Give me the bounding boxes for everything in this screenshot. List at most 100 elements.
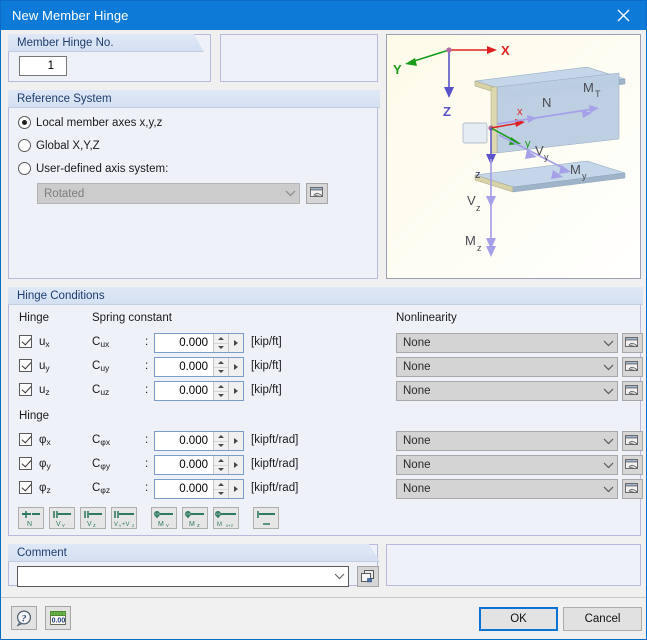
svg-text:z: z: [132, 523, 135, 527]
checkbox-phiz[interactable]: φz: [19, 481, 51, 495]
pick-window-icon: [625, 384, 638, 395]
nonlinearity-combo-uz[interactable]: None: [396, 381, 618, 401]
spinner-up-icon[interactable]: [214, 456, 228, 466]
radio-indicator-global: [18, 139, 31, 152]
checkbox-phix[interactable]: φx: [19, 433, 51, 447]
axis-system-pick-button[interactable]: [306, 183, 328, 204]
spinner-phix[interactable]: [213, 432, 228, 450]
spring-input-phiy[interactable]: 0.000: [154, 455, 244, 475]
checkbox-phiy[interactable]: φy: [19, 457, 51, 471]
spinner-down-icon[interactable]: [214, 344, 228, 353]
spinner-uz[interactable]: [213, 382, 228, 400]
radio-global-axes[interactable]: Global X,Y,Z: [18, 139, 100, 152]
help-button[interactable]: ?: [11, 606, 37, 630]
hinge-row-ux: ux Cux : 0.000 [kip/ft] None: [9, 331, 643, 355]
checkbox-uy[interactable]: uy: [19, 359, 50, 373]
nonlinearity-combo-phix[interactable]: None: [396, 431, 618, 451]
spring-input-phiz[interactable]: 0.000: [154, 479, 244, 499]
radio-local-member-axes[interactable]: Local member axes x,y,z: [18, 116, 162, 129]
chevron-down-icon: [599, 340, 617, 347]
colon-phiz: :: [145, 482, 149, 494]
preset-vy-vz-button[interactable]: V y +V z: [111, 507, 137, 529]
spinner-up-icon[interactable]: [214, 358, 228, 368]
spinner-more-icon[interactable]: [228, 480, 243, 498]
spinner-more-icon[interactable]: [228, 382, 243, 400]
svg-text:M: M: [158, 521, 164, 527]
spinner-uy[interactable]: [213, 358, 228, 376]
preset-vz-button[interactable]: V z: [80, 507, 106, 529]
svg-text:V: V: [114, 522, 118, 527]
spring-label-cphix: Cφx: [92, 434, 111, 447]
nonlinearity-combo-phiy[interactable]: None: [396, 455, 618, 475]
spring-input-uz[interactable]: 0.000: [154, 381, 244, 401]
radio-user-defined-axes[interactable]: User-defined axis system:: [18, 162, 168, 175]
hinge-mz-icon: M z: [185, 510, 204, 527]
nonlinearity-pick-button-ux[interactable]: [622, 333, 643, 353]
units-button[interactable]: 0.00: [45, 606, 71, 630]
title-bar: New Member Hinge: [1, 1, 646, 30]
spinner-down-icon[interactable]: [214, 392, 228, 401]
nonlinearity-pick-button-phix[interactable]: [622, 431, 643, 451]
spring-input-uy[interactable]: 0.000: [154, 357, 244, 377]
nonlinearity-combo-uy[interactable]: None: [396, 357, 618, 377]
nonlinearity-pick-button-uz[interactable]: [622, 381, 643, 401]
svg-text:z: z: [476, 203, 481, 213]
nonlinearity-pick-button-phiz[interactable]: [622, 479, 643, 499]
spinner-up-icon[interactable]: [214, 480, 228, 490]
hinge-none-icon: [257, 510, 275, 525]
spinner-phiz[interactable]: [213, 480, 228, 498]
spinner-phiy[interactable]: [213, 456, 228, 474]
svg-text:+V: +V: [122, 522, 130, 527]
spinner-down-icon[interactable]: [214, 368, 228, 377]
spinner-down-icon[interactable]: [214, 442, 228, 451]
spinner-more-icon[interactable]: [228, 432, 243, 450]
member-hinge-no-header: Member Hinge No.: [8, 34, 204, 52]
preset-my-z-button[interactable]: M y+z: [213, 507, 239, 529]
window-title: New Member Hinge: [12, 8, 129, 23]
checkbox-uz[interactable]: uz: [19, 383, 50, 397]
unit-uy: [kip/ft]: [251, 360, 282, 372]
svg-text:z: z: [475, 169, 481, 181]
svg-text:M: M: [189, 521, 195, 527]
preset-vy-button[interactable]: V y: [49, 507, 75, 529]
checkbox-ux[interactable]: ux: [19, 335, 50, 349]
spinner-down-icon[interactable]: [214, 490, 228, 499]
cancel-button[interactable]: Cancel: [563, 607, 642, 631]
nonlinearity-combo-phiz[interactable]: None: [396, 479, 618, 499]
spinner-up-icon[interactable]: [214, 334, 228, 344]
comment-combo[interactable]: [17, 566, 349, 587]
preset-none-button[interactable]: [253, 507, 279, 529]
spinner-ux[interactable]: [213, 334, 228, 352]
preset-my-button[interactable]: M y: [151, 507, 177, 529]
hinge-no-input[interactable]: [19, 56, 67, 76]
preset-mz-button[interactable]: M z: [182, 507, 208, 529]
spinner-up-icon[interactable]: [214, 382, 228, 392]
hinge-conditions-group: Hinge Conditions Hinge Spring constant N…: [8, 287, 643, 536]
comment-list-button[interactable]: [357, 566, 379, 587]
ok-button[interactable]: OK: [479, 607, 558, 631]
unit-phiy: [kipft/rad]: [251, 458, 299, 470]
column-header-spring-constant: Spring constant: [92, 312, 172, 324]
axis-system-combo[interactable]: Rotated: [37, 183, 300, 204]
spinner-up-icon[interactable]: [214, 432, 228, 442]
spinner-more-icon[interactable]: [228, 456, 243, 474]
preset-n-button[interactable]: N: [18, 507, 44, 529]
nonlinearity-pick-button-phiy[interactable]: [622, 455, 643, 475]
close-icon[interactable]: [601, 1, 646, 30]
spring-input-ux[interactable]: 0.000: [154, 333, 244, 353]
svg-text:y: y: [582, 171, 587, 181]
spring-value-phix: 0.000: [179, 435, 208, 447]
spring-input-phix[interactable]: 0.000: [154, 431, 244, 451]
svg-text:z: z: [477, 243, 482, 253]
checkbox-label-uz: uz: [39, 383, 50, 397]
spring-value-uz: 0.000: [179, 385, 208, 397]
nonlinearity-combo-ux[interactable]: None: [396, 333, 618, 353]
spinner-more-icon[interactable]: [228, 358, 243, 376]
svg-text:V: V: [535, 143, 544, 158]
spring-value-phiy: 0.000: [179, 459, 208, 471]
nonlinearity-pick-button-uy[interactable]: [622, 357, 643, 377]
pick-window-icon: [309, 187, 323, 198]
spinner-down-icon[interactable]: [214, 466, 228, 475]
column-header-hinge: Hinge: [19, 312, 50, 324]
spinner-more-icon[interactable]: [228, 334, 243, 352]
